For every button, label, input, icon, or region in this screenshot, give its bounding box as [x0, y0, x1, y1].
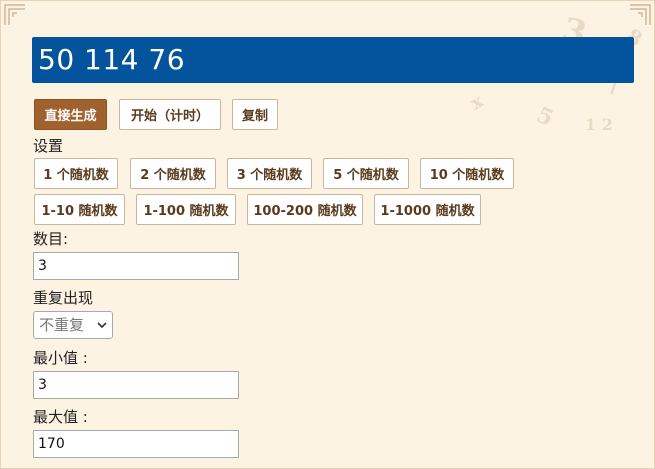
- result-display: 50 114 76: [32, 37, 634, 83]
- repeat-select-value: 不重复: [39, 316, 85, 334]
- preset-button-2[interactable]: 2 个随机数: [130, 158, 216, 189]
- start-timer-button[interactable]: 开始（计时）: [119, 99, 221, 130]
- preset-button-3[interactable]: 3 个随机数: [227, 158, 312, 189]
- range-button-100-200[interactable]: 100-200 随机数: [247, 194, 363, 225]
- svg-text:x: x: [467, 91, 487, 115]
- repeat-select[interactable]: 不重复: [33, 311, 113, 339]
- chevron-down-icon: [97, 312, 107, 348]
- generate-button[interactable]: 直接生成: [34, 99, 107, 130]
- range-button-1-100[interactable]: 1-100 随机数: [136, 194, 236, 225]
- corner-ornament-icon: [4, 4, 26, 26]
- repeat-label: 重复出现: [33, 289, 94, 307]
- copy-button[interactable]: 复制: [232, 99, 278, 130]
- preset-button-5[interactable]: 5 个随机数: [323, 158, 409, 189]
- preset-button-1[interactable]: 1 个随机数: [34, 158, 118, 189]
- range-button-1-1000[interactable]: 1-1000 随机数: [374, 194, 481, 225]
- settings-heading: 设置: [33, 137, 64, 155]
- preset-button-10[interactable]: 10 个随机数: [420, 158, 514, 189]
- max-label: 最大值 :: [33, 408, 88, 426]
- min-label: 最小值 :: [33, 349, 88, 367]
- svg-text:5: 5: [532, 102, 557, 132]
- range-button-1-10[interactable]: 1-10 随机数: [34, 194, 125, 225]
- max-input[interactable]: 170: [33, 430, 239, 458]
- svg-text:1 2: 1 2: [585, 115, 613, 134]
- count-input[interactable]: 3: [33, 252, 239, 280]
- min-input[interactable]: 3: [33, 371, 239, 399]
- count-label: 数目:: [33, 230, 69, 248]
